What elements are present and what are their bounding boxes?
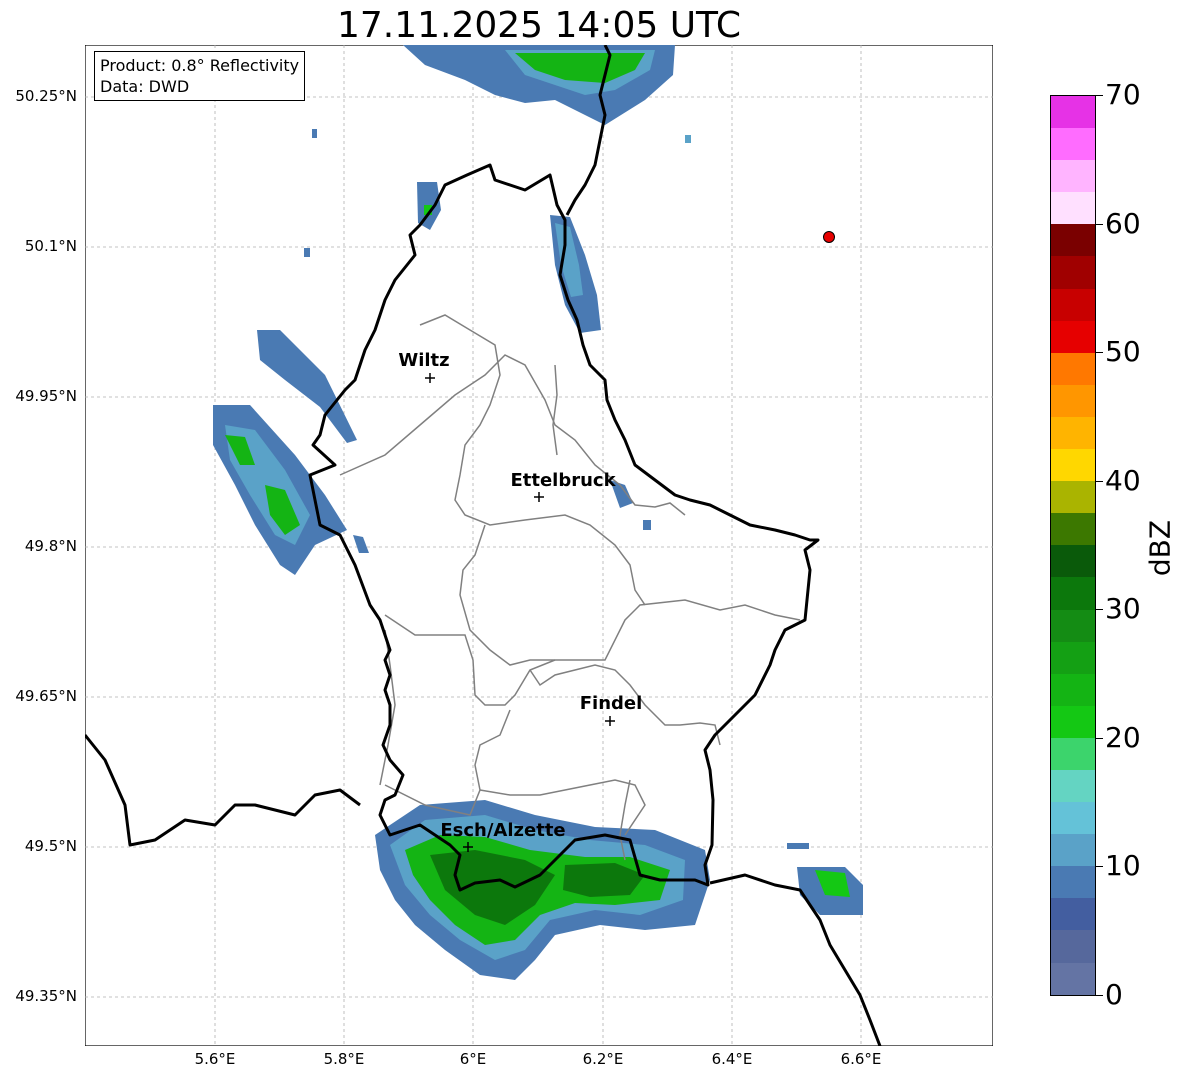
lon-label: 6.4°E <box>711 1050 753 1068</box>
city-label-wiltz: Wiltz <box>398 350 450 371</box>
colorbar-segment <box>1051 545 1095 578</box>
colorbar-segment <box>1051 288 1095 321</box>
radar-map <box>85 45 993 1046</box>
colorbar-segment <box>1051 641 1095 674</box>
city-label-ettelbruck: Ettelbruck <box>510 470 616 491</box>
colorbar-segment <box>1051 866 1095 899</box>
colorbar-segment <box>1051 834 1095 867</box>
colorbar-segment <box>1051 577 1095 610</box>
colorbar-tick-label: 20 <box>1105 720 1141 754</box>
echo-dot <box>685 135 691 143</box>
colorbar-tick <box>1096 866 1103 868</box>
colorbar-segment <box>1051 769 1095 803</box>
lon-label: 5.8°E <box>323 1050 365 1068</box>
lon-label: 6.6°E <box>840 1050 882 1068</box>
colorbar-tick <box>1096 995 1103 996</box>
colorbar-segment <box>1051 705 1095 738</box>
colorbar-tick <box>1096 480 1103 482</box>
lat-label: 49.8°N <box>24 537 77 555</box>
colorbar-tick <box>1096 609 1103 611</box>
colorbar-segment <box>1051 96 1095 129</box>
colorbar-segment <box>1051 416 1095 450</box>
colorbar-segment <box>1051 192 1095 225</box>
lon-label: 6.2°E <box>582 1050 624 1068</box>
city-label-esch: Esch/Alzette <box>440 820 566 841</box>
lat-label: 49.95°N <box>15 387 77 405</box>
echo-dot <box>304 248 310 257</box>
lat-label: 49.65°N <box>15 687 77 705</box>
colorbar-segment <box>1051 449 1095 482</box>
colorbar-segment <box>1051 481 1095 514</box>
colorbar-segment <box>1051 513 1095 546</box>
map-canvas <box>85 45 993 1046</box>
product-line: Product: 0.8° Reflectivity <box>100 56 300 75</box>
radar-site-marker <box>823 231 835 243</box>
lon-label: 5.6°E <box>194 1050 236 1068</box>
colorbar <box>1050 95 1096 996</box>
colorbar-segment <box>1051 128 1095 161</box>
lat-label: 49.5°N <box>24 837 77 855</box>
echo-dot <box>312 129 317 138</box>
colorbar-segment <box>1051 256 1095 289</box>
colorbar-segment <box>1051 962 1095 995</box>
colorbar-segment <box>1051 352 1095 385</box>
city-label-findel: Findel <box>579 693 643 714</box>
product-info-box: Product: 0.8° Reflectivity Data: DWD <box>94 51 306 101</box>
colorbar-segment <box>1051 609 1095 642</box>
colorbar-segment <box>1051 384 1095 417</box>
colorbar-tick <box>1096 223 1103 225</box>
colorbar-tick <box>1096 95 1103 96</box>
lat-label: 50.1°N <box>24 237 77 255</box>
colorbar-segment <box>1051 802 1095 835</box>
colorbar-segment <box>1051 320 1095 353</box>
lon-label: 6°E <box>459 1050 487 1068</box>
colorbar-tick-label: 40 <box>1105 463 1141 497</box>
colorbar-segment <box>1051 737 1095 770</box>
data-source-line: Data: DWD <box>100 77 190 96</box>
colorbar-tick <box>1096 352 1103 354</box>
colorbar-segment <box>1051 898 1095 931</box>
colorbar-tick-label: 10 <box>1105 849 1141 883</box>
lat-label: 50.25°N <box>15 87 77 105</box>
echo-dot <box>643 520 651 530</box>
colorbar-tick <box>1096 737 1103 739</box>
colorbar-unit-label: dBZ <box>1143 519 1177 577</box>
colorbar-tick-label: 60 <box>1105 206 1141 240</box>
colorbar-segment <box>1051 673 1095 706</box>
colorbar-tick-label: 0 <box>1105 978 1123 1011</box>
colorbar-segment <box>1051 160 1095 193</box>
lat-label: 49.35°N <box>15 987 77 1005</box>
colorbar-tick-label: 50 <box>1105 335 1141 369</box>
colorbar-tick-label: 70 <box>1105 78 1141 111</box>
colorbar-tick-label: 30 <box>1105 592 1141 626</box>
map-title: 17.11.2025 14:05 UTC <box>336 5 742 46</box>
colorbar-segment <box>1051 224 1095 257</box>
colorbar-segment <box>1051 930 1095 963</box>
